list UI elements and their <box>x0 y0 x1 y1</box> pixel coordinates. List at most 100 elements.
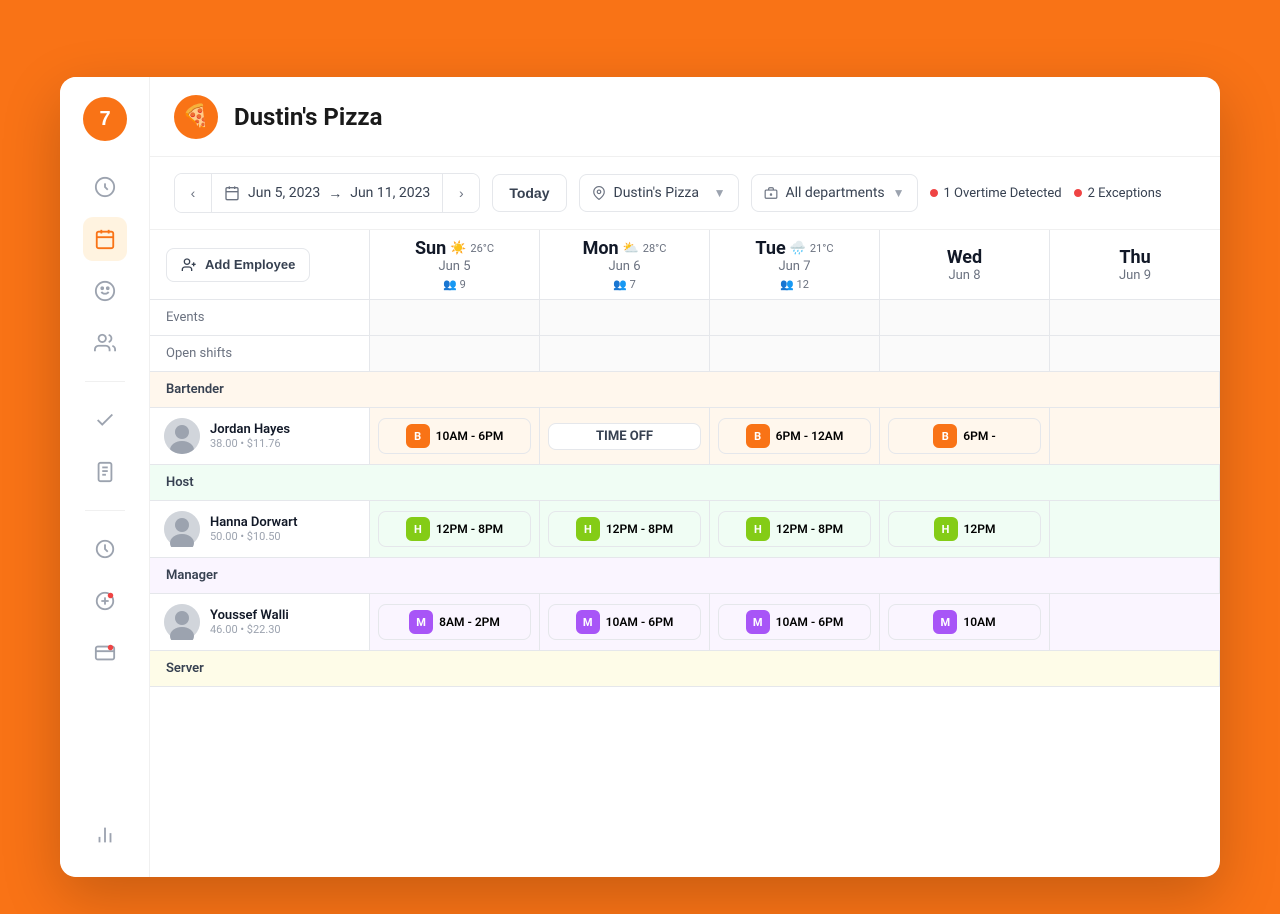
jordan-mon-shift[interactable]: TIME OFF <box>540 408 710 465</box>
youssef-mon-shift[interactable]: M 10AM - 6PM <box>540 594 710 651</box>
hanna-avatar <box>164 511 200 547</box>
manager-badge-mon: M <box>576 610 600 634</box>
col-header-sun: Sun ☀️ 26°C Jun 5 👥 9 <box>370 230 540 300</box>
sidebar-divider-2 <box>85 510 125 511</box>
hanna-mon-time: 12PM - 8PM <box>606 522 673 536</box>
svg-text:7: 7 <box>99 108 110 130</box>
youssef-tue-shift[interactable]: M 10AM - 6PM <box>710 594 880 651</box>
hanna-tue-tag[interactable]: H 12PM - 8PM <box>718 511 871 547</box>
location-selector[interactable]: Dustin's Pizza ▼ <box>579 174 739 212</box>
youssef-thu-shift <box>1050 594 1220 651</box>
bartender-badge: B <box>406 424 430 448</box>
events-mon <box>540 300 710 336</box>
next-week-button[interactable]: › <box>443 174 479 212</box>
hanna-wed-time: 12PM <box>964 522 996 536</box>
mon-staff: 👥 7 <box>613 278 636 291</box>
day-mon: Mon <box>583 238 619 259</box>
youssef-meta: 46.00 • $22.30 <box>210 623 289 636</box>
date-navigation: ‹ Jun 5, 2023 → Jun 11, 2023 › <box>174 173 480 213</box>
hanna-wed-tag[interactable]: H 12PM <box>888 511 1041 547</box>
sidebar-schedule-icon[interactable] <box>83 217 127 261</box>
jordan-info: Jordan Hayes 38.00 • $11.76 <box>210 422 290 450</box>
shift-tag-wed[interactable]: B 6PM - <box>888 418 1041 454</box>
sidebar-reports-icon[interactable] <box>83 450 127 494</box>
youssef-wed-tag[interactable]: M 10AM <box>888 604 1041 640</box>
tue-staff: 👥 12 <box>780 278 809 291</box>
hanna-tue-shift[interactable]: H 12PM - 8PM <box>710 501 880 558</box>
schedule-area: Add Employee Sun ☀️ 26°C Jun 5 👥 9 <box>150 230 1220 877</box>
jordan-wed-shift[interactable]: B 6PM - <box>880 408 1050 465</box>
col-header-actions: Add Employee <box>150 230 370 300</box>
exceptions-dot <box>1074 189 1082 197</box>
jordan-avatar <box>164 418 200 454</box>
youssef-mon-tag[interactable]: M 10AM - 6PM <box>548 604 701 640</box>
events-wed <box>880 300 1050 336</box>
events-label: Events <box>150 300 370 336</box>
mon-temp: 28°C <box>643 242 667 255</box>
jordan-sun-shift[interactable]: B 10AM - 6PM <box>370 408 540 465</box>
overtime-dot <box>930 189 938 197</box>
date-start: Jun 5, 2023 <box>248 185 320 201</box>
today-button[interactable]: Today <box>492 174 566 212</box>
youssef-sun-shift[interactable]: M 8AM - 2PM <box>370 594 540 651</box>
youssef-wed-time: 10AM <box>963 615 995 629</box>
shift-tag[interactable]: B 10AM - 6PM <box>378 418 531 454</box>
youssef-tue-tag[interactable]: M 10AM - 6PM <box>718 604 871 640</box>
youssef-tue-time: 10AM - 6PM <box>776 615 844 629</box>
date-range-display: Jun 5, 2023 → Jun 11, 2023 <box>211 174 443 212</box>
col-header-thu: Thu Jun 9 <box>1050 230 1220 300</box>
add-employee-label: Add Employee <box>205 257 295 272</box>
sidebar-timer-icon[interactable] <box>83 527 127 571</box>
youssef-sun-time: 8AM - 2PM <box>439 615 500 629</box>
jordan-meta: 38.00 • $11.76 <box>210 437 290 450</box>
sidebar-analytics-icon[interactable] <box>83 813 127 857</box>
sun-temp: 26°C <box>470 242 494 255</box>
open-shifts-thu <box>1050 336 1220 372</box>
day-thu: Thu <box>1119 247 1150 268</box>
sidebar-team-icon[interactable] <box>83 321 127 365</box>
app-container: 7 <box>60 77 1220 877</box>
jordan-thu-shift <box>1050 408 1220 465</box>
hanna-mon-shift[interactable]: H 12PM - 8PM <box>540 501 710 558</box>
hanna-sun-time: 12PM - 8PM <box>436 522 503 536</box>
header: 🍕 Dustin's Pizza <box>150 77 1220 157</box>
hanna-wed-shift[interactable]: H 12PM <box>880 501 1050 558</box>
youssef-sun-tag[interactable]: M 8AM - 2PM <box>378 604 531 640</box>
sun-weather-icon: ☀️ <box>450 241 466 256</box>
hanna-thu-shift <box>1050 501 1220 558</box>
sun-date: Jun 5 <box>438 259 470 274</box>
events-tue <box>710 300 880 336</box>
toolbar: ‹ Jun 5, 2023 → Jun 11, 2023 › Today Dus… <box>150 157 1220 230</box>
department-selector[interactable]: All departments ▼ <box>751 174 918 212</box>
shift-tag-tue[interactable]: B 6PM - 12AM <box>718 418 871 454</box>
tue-date: Jun 7 <box>778 259 810 274</box>
day-sun: Sun <box>415 238 446 259</box>
sidebar-tasks-icon[interactable] <box>83 398 127 442</box>
day-wed: Wed <box>947 247 982 268</box>
sidebar-payroll-icon[interactable] <box>83 579 127 623</box>
hanna-sun-shift[interactable]: H 12PM - 8PM <box>370 501 540 558</box>
tue-weather-icon: 🌧️ <box>790 241 806 256</box>
time-off-tag[interactable]: TIME OFF <box>548 423 701 450</box>
host-badge-wed: H <box>934 517 958 541</box>
manager-badge-tue: M <box>746 610 770 634</box>
bartender-badge-tue: B <box>746 424 770 448</box>
hanna-meta: 50.00 • $10.50 <box>210 530 297 543</box>
hanna-sun-tag[interactable]: H 12PM - 8PM <box>378 511 531 547</box>
app-logo: 7 <box>83 97 127 141</box>
tue-temp: 21°C <box>810 242 834 255</box>
sidebar-dashboard-icon[interactable] <box>83 165 127 209</box>
youssef-wed-shift[interactable]: M 10AM <box>880 594 1050 651</box>
day-tue: Tue <box>755 238 785 259</box>
sidebar-billing-icon[interactable] <box>83 631 127 675</box>
location-dropdown-icon: ▼ <box>714 186 726 200</box>
jordan-tue-shift[interactable]: B 6PM - 12AM <box>710 408 880 465</box>
add-employee-button[interactable]: Add Employee <box>166 248 310 282</box>
col-header-wed: Wed Jun 8 <box>880 230 1050 300</box>
sidebar-emoji-icon[interactable] <box>83 269 127 313</box>
prev-week-button[interactable]: ‹ <box>175 174 211 212</box>
manager-badge-sun: M <box>409 610 433 634</box>
date-end: Jun 11, 2023 <box>350 185 430 201</box>
jordan-wed-time: 6PM - <box>963 429 995 443</box>
hanna-mon-tag[interactable]: H 12PM - 8PM <box>548 511 701 547</box>
